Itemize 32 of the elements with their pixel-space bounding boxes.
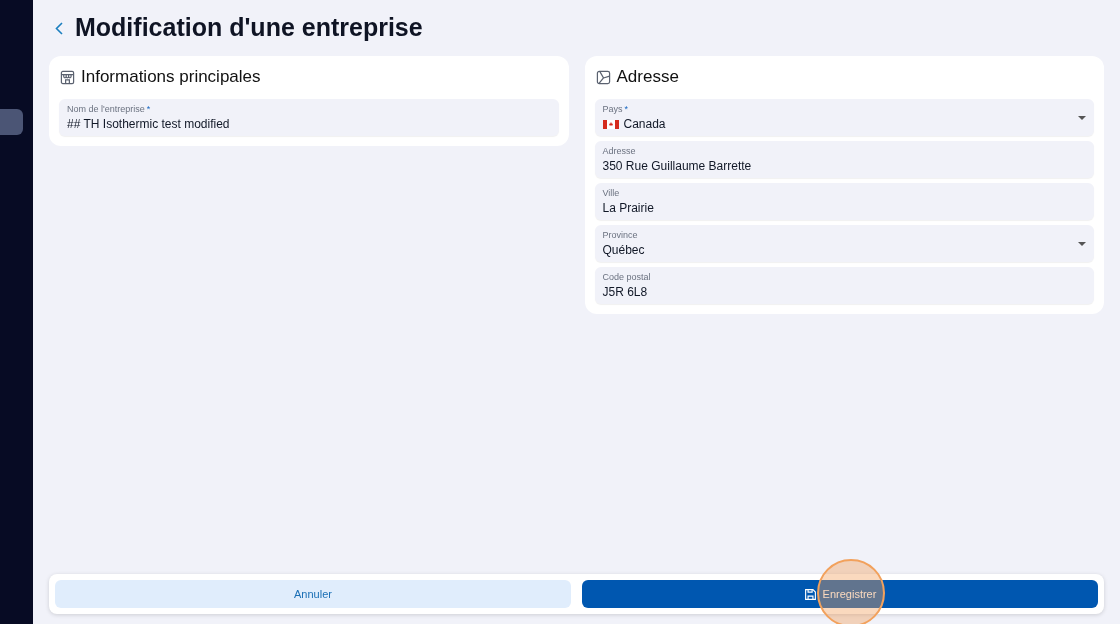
field-label: Nom de l'entreprise bbox=[67, 105, 145, 114]
page-title: Modification d'une entreprise bbox=[75, 12, 423, 44]
field-label: Code postal bbox=[602, 273, 651, 282]
caret-icon bbox=[1078, 115, 1086, 120]
save-icon bbox=[803, 587, 817, 601]
input-field[interactable]: Nom de l'entreprise * ## TH Isothermic test modified bbox=[59, 99, 559, 136]
caret-icon bbox=[1078, 241, 1086, 246]
input-field[interactable]: Ville La Prairie bbox=[594, 183, 1094, 220]
input-field[interactable]: Adresse 350 Rue Guillaume Barrette bbox=[594, 141, 1094, 178]
select-field[interactable]: Pays * Canada bbox=[594, 99, 1094, 136]
required-mark: * bbox=[146, 105, 151, 114]
field-label: Adresse bbox=[602, 147, 636, 156]
section-title: Informations principales bbox=[81, 66, 261, 89]
map-icon bbox=[595, 69, 611, 85]
input-field[interactable]: Code postal J5R 6L8 bbox=[594, 267, 1094, 304]
building-icon bbox=[60, 69, 75, 85]
field-label: Ville bbox=[602, 189, 620, 198]
cancel-button[interactable]: Annuler bbox=[55, 580, 571, 608]
back-icon[interactable] bbox=[55, 21, 63, 35]
field-value: 350 Rue Guillaume Barrette bbox=[602, 160, 752, 172]
required-mark: * bbox=[624, 105, 629, 114]
field-value: J5R 6L8 bbox=[602, 286, 648, 298]
field-value: Canada bbox=[623, 118, 666, 130]
save-button[interactable]: Enregistrer bbox=[582, 580, 1098, 608]
sidebar-item[interactable] bbox=[0, 109, 23, 135]
field-value: La Prairie bbox=[602, 202, 654, 214]
field-value: Québec bbox=[602, 244, 645, 256]
field-label: Pays bbox=[602, 105, 623, 114]
select-field[interactable]: Province Québec bbox=[594, 225, 1094, 262]
section-title: Adresse bbox=[616, 66, 679, 89]
field-value: ## TH Isothermic test modified bbox=[67, 118, 230, 130]
field-label: Province bbox=[602, 231, 638, 240]
